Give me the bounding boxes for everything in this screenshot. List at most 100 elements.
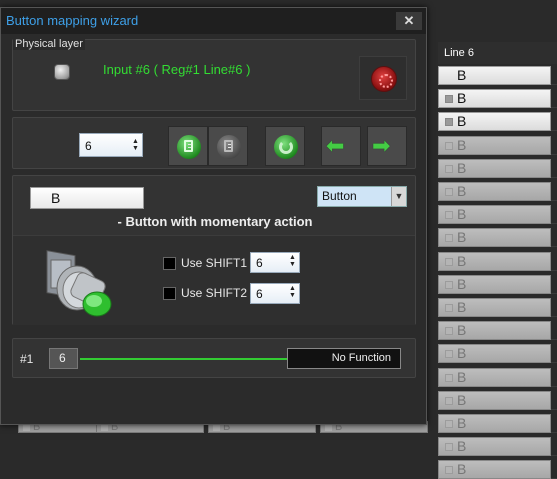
- cell-marker-icon: [445, 443, 453, 452]
- grid-cell-label: B: [457, 90, 467, 107]
- cell-marker-icon: [445, 257, 453, 266]
- cell-marker-icon: [445, 327, 453, 336]
- grid-cell-button[interactable]: B: [438, 344, 551, 364]
- grid-cell-button[interactable]: B: [438, 390, 551, 410]
- grid-row: B: [438, 458, 557, 479]
- stepper-arrows-icon[interactable]: ▲▼: [288, 254, 296, 268]
- grid-cell-button[interactable]: B: [438, 414, 551, 433]
- circular-arrow-icon: [279, 140, 293, 154]
- grid-cell-button[interactable]: B: [438, 205, 551, 225]
- function-selector[interactable]: No Function: [287, 348, 401, 369]
- button-type-select[interactable]: Button ▼: [317, 186, 407, 207]
- grid-cell-label: B: [457, 345, 467, 362]
- arrow-left-icon: ⬅: [326, 133, 345, 158]
- button-name-field[interactable]: B: [30, 187, 144, 209]
- shift1-checkbox[interactable]: [163, 257, 176, 270]
- grid-cell-button[interactable]: B: [438, 437, 551, 457]
- close-button[interactable]: ✕: [396, 12, 422, 30]
- grid-cell-button[interactable]: B: [438, 228, 551, 248]
- grid-row: B: [438, 389, 557, 410]
- chevron-down-icon[interactable]: ▼: [391, 187, 406, 206]
- shift2-stepper[interactable]: 6 ▲▼: [250, 283, 300, 304]
- grid-cell-button[interactable]: B: [438, 135, 551, 155]
- grid-cell-button[interactable]: B: [438, 158, 551, 178]
- grid-cell-button[interactable]: B: [438, 251, 551, 271]
- cell-marker-icon: [101, 424, 108, 431]
- cell-marker-icon: [445, 350, 453, 359]
- grid-row: B: [438, 296, 557, 317]
- cell-marker-icon: [445, 373, 453, 382]
- grid-cell-button[interactable]: B: [438, 367, 551, 387]
- document-icon: [224, 140, 233, 152]
- grid-cell-label: B: [457, 391, 467, 408]
- input-state-led-icon: [54, 64, 70, 80]
- close-icon: ✕: [403, 13, 415, 28]
- button-description: - Button with momentary action: [117, 214, 313, 229]
- grid-cell-button[interactable]: B: [438, 112, 551, 132]
- line-stepper-value: 6: [85, 139, 92, 153]
- grid-cell-button[interactable]: B: [438, 460, 551, 479]
- grid-row: B: [438, 226, 557, 248]
- grid-row: B: [438, 157, 557, 178]
- shift1-value: 6: [256, 256, 263, 270]
- paste-button[interactable]: [208, 126, 248, 166]
- shift1-stepper[interactable]: 6 ▲▼: [250, 252, 300, 273]
- previous-button[interactable]: ⬅: [321, 126, 361, 166]
- grid-cell-label: B: [457, 206, 467, 223]
- grid-cell-label: B: [457, 183, 467, 199]
- grid-cell-label: B: [457, 322, 467, 339]
- grid-cell-label: B: [457, 368, 467, 385]
- grid-row: B: [438, 87, 557, 109]
- cell-marker-icon: [445, 304, 453, 312]
- function-connector-line: [80, 358, 288, 360]
- copy-icon: [177, 135, 201, 159]
- shift2-value: 6: [256, 287, 263, 301]
- function-mapping-panel: #1 6 No Function: [12, 338, 416, 378]
- paste-icon: [217, 135, 241, 159]
- stepper-arrows-icon[interactable]: ▲▼: [288, 285, 296, 299]
- dialog-title: Button mapping wizard: [6, 13, 139, 28]
- grid-row: B: [438, 110, 557, 132]
- grid-row: B: [438, 180, 557, 201]
- cell-marker-icon: [23, 424, 30, 431]
- shift1-label: Use SHIFT1: [181, 256, 248, 270]
- grid-cell-button[interactable]: B: [438, 298, 551, 317]
- grid-cell-button[interactable]: B: [438, 89, 551, 109]
- grid-cell-button[interactable]: B: [438, 274, 551, 294]
- reset-button[interactable]: [265, 126, 305, 166]
- cell-marker-icon: [445, 466, 453, 475]
- stepper-arrows-icon[interactable]: ▲▼: [131, 138, 139, 152]
- function-value[interactable]: 6: [49, 348, 78, 369]
- grid-cell-label: B: [457, 461, 467, 478]
- line-stepper[interactable]: 6 ▲▼: [79, 133, 143, 157]
- physical-layer-legend: Physical layer: [13, 38, 85, 50]
- button-mapping-dialog: Button mapping wizard ✕ Input #6 ( Reg#1…: [0, 7, 427, 425]
- test-input-button[interactable]: [359, 56, 407, 100]
- grid-cell-button[interactable]: B: [438, 321, 551, 341]
- cell-marker-icon: [445, 420, 453, 428]
- cell-marker-icon: [445, 141, 453, 150]
- button-config-panel: B Button ▼ - Button with momentary actio…: [12, 175, 416, 325]
- cell-marker-icon: [445, 280, 453, 289]
- grid-cell-label: B: [457, 229, 467, 246]
- cell-marker-icon: [445, 95, 453, 104]
- grid-cell-label: B: [457, 67, 467, 83]
- grid-cell-label: B: [457, 252, 467, 269]
- grid-cell-label: B: [457, 159, 467, 176]
- grid-row: B: [438, 250, 557, 271]
- grid-cell-label: B: [457, 113, 467, 130]
- grid-row: B: [438, 342, 557, 364]
- grid-cell-label: B: [457, 438, 467, 455]
- input-info: Input #6 ( Reg#1 Line#6 ): [103, 62, 251, 77]
- grid-cell-button[interactable]: B: [438, 182, 551, 201]
- next-button[interactable]: ➡: [367, 126, 407, 166]
- grid-cell-label: B: [457, 136, 467, 153]
- grid-row: B: [438, 412, 557, 433]
- shift2-checkbox[interactable]: [163, 287, 176, 300]
- grid-row: B: [438, 273, 557, 294]
- copy-button[interactable]: [168, 126, 208, 166]
- grid-row: B: [438, 64, 557, 85]
- shift2-label: Use SHIFT2: [181, 286, 248, 300]
- document-icon: [184, 140, 193, 152]
- grid-cell-button[interactable]: B: [438, 66, 551, 85]
